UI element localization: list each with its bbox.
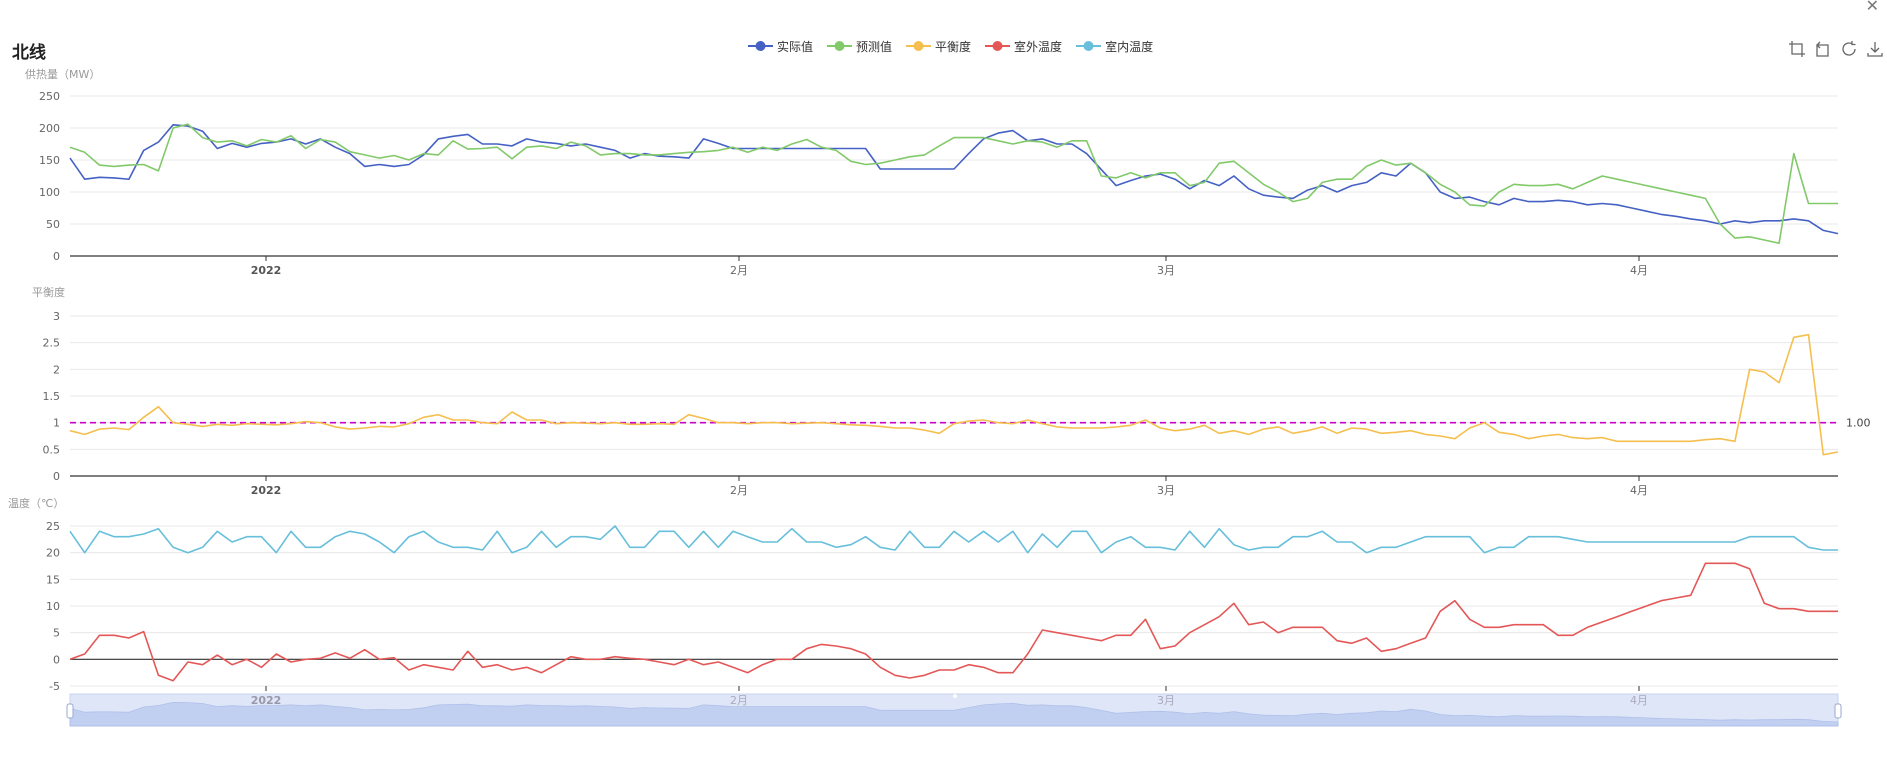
- temp-y-axis-title: 温度（℃）: [8, 496, 64, 510]
- balance-x-tick-label: 4月: [1630, 484, 1648, 497]
- heat-y-axis-title: 供热量（MW）: [25, 67, 100, 81]
- temp-y-tick-label: 0: [53, 653, 60, 666]
- heat-x-tick-label: 4月: [1630, 264, 1648, 277]
- datazoom-tick-label: 2022: [251, 694, 282, 707]
- balance-x-tick-label: 2022: [251, 484, 282, 497]
- datazoom-tick-label: 3月: [1157, 694, 1175, 707]
- temp-series-outdoor: [69, 562, 1838, 682]
- balance-y-tick-label: 2: [53, 363, 60, 376]
- heat-x-tick-label: 2月: [730, 264, 748, 277]
- temp-y-tick-label: 20: [46, 547, 60, 560]
- balance-series-balance: [69, 333, 1839, 456]
- temp-y-tick-label: 5: [53, 627, 60, 640]
- balance-y-tick-label: 3: [53, 310, 60, 323]
- heat-y-tick-label: 250: [39, 90, 60, 103]
- heat-x-tick-label: 2022: [251, 264, 282, 277]
- temp-series-indoor: [69, 525, 1838, 554]
- heat-series-predicted: [69, 123, 1838, 244]
- balance-y-tick-label: 0: [53, 470, 60, 483]
- datazoom-handle-right[interactable]: [1834, 703, 1842, 719]
- heat-y-tick-label: 200: [39, 122, 60, 135]
- balance-y-axis-title: 平衡度: [32, 285, 65, 299]
- heat-y-tick-label: 50: [46, 218, 60, 231]
- temp-y-tick-label: -5: [49, 680, 60, 693]
- datazoom-handle-left[interactable]: [66, 703, 74, 719]
- balance-reference-label: 1.00: [1846, 417, 1871, 430]
- datazoom-move-dot: [953, 694, 957, 698]
- heat-y-tick-label: 150: [39, 154, 60, 167]
- heat-series-actual: [69, 124, 1839, 235]
- datazoom-tick-label: 2月: [730, 694, 748, 707]
- balance-x-tick-label: 3月: [1157, 484, 1175, 497]
- temp-y-tick-label: 25: [46, 520, 60, 533]
- datazoom-tick-label: 4月: [1630, 694, 1648, 707]
- chart-canvas: 供热量（MW）0501001502002502022 2月 3月 4月平衡度00.51…: [8, 67, 1871, 727]
- balance-y-tick-label: 2.5: [43, 337, 61, 350]
- heat-x-tick-label: 3月: [1157, 264, 1175, 277]
- balance-y-tick-label: 1: [53, 417, 60, 430]
- balance-y-tick-label: 1.5: [43, 390, 61, 403]
- balance-y-tick-label: 0.5: [43, 443, 61, 456]
- temp-y-tick-label: 10: [46, 600, 60, 613]
- temp-y-tick-label: 15: [46, 573, 60, 586]
- heat-y-tick-label: 0: [53, 250, 60, 263]
- heat-y-tick-label: 100: [39, 186, 60, 199]
- balance-x-tick-label: 2月: [730, 484, 748, 497]
